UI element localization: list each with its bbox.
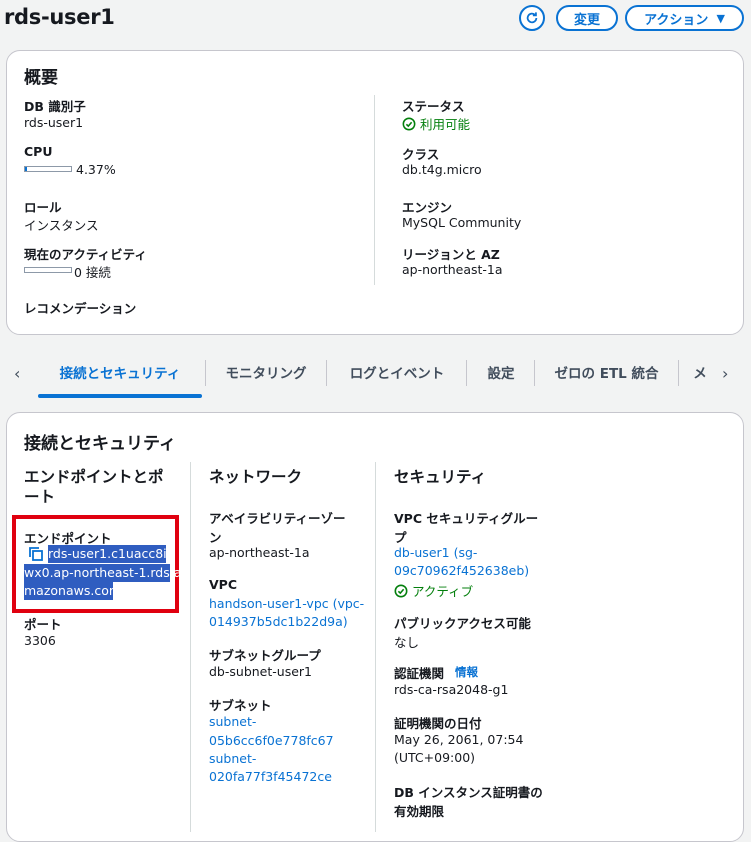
ca-label: 認証機関 xyxy=(394,666,445,681)
cert-expiry-label: DB インスタンス証明書の xyxy=(394,785,543,800)
endpoint-port-heading: エンドポイントとポ xyxy=(24,468,164,486)
column-divider xyxy=(190,462,191,832)
cpu-value: 4.37% xyxy=(76,162,116,177)
vpc-link-cont[interactable]: 014937b5dc1b22d9a) xyxy=(209,614,348,629)
tab-separator xyxy=(678,360,679,386)
tabs-scroll-right-icon[interactable]: › xyxy=(722,364,728,383)
engine-value: MySQL Community xyxy=(402,215,522,230)
check-circle-icon xyxy=(402,117,416,130)
cert-expiry-label-cont: 有効期限 xyxy=(394,804,445,819)
cpu-label: CPU xyxy=(24,144,53,159)
activity-value: 0 接続 xyxy=(74,265,111,280)
cpu-progress-bar xyxy=(24,166,72,172)
az-label: アベイラビリティーゾー xyxy=(209,511,346,526)
public-access-value: なし xyxy=(394,635,420,650)
tab-logs-events[interactable]: ログとイベント xyxy=(327,352,467,392)
copy-icon[interactable] xyxy=(28,546,44,562)
actions-label: アクション xyxy=(644,12,709,28)
connectivity-title: 接続とセキュリティ xyxy=(24,434,176,454)
edit-button[interactable]: 変更 xyxy=(556,5,618,31)
refresh-button[interactable] xyxy=(519,5,545,31)
status-value: 利用可能 xyxy=(402,114,470,133)
subnets-label: サブネット xyxy=(209,698,272,713)
class-label: クラス xyxy=(402,147,440,162)
role-value: インスタンス xyxy=(24,218,99,233)
active-tab-indicator xyxy=(38,394,202,398)
port-value: 3306 xyxy=(24,633,56,648)
refresh-icon xyxy=(526,12,538,24)
activity-label: 現在のアクティビティ xyxy=(24,247,147,262)
column-divider xyxy=(375,462,376,832)
tab-bar: ‹ 接続とセキュリティ モニタリング ログとイベント 設定 ゼロの ETL 統合… xyxy=(0,352,751,398)
summary-title: 概要 xyxy=(24,68,58,88)
actions-dropdown-button[interactable]: アクション ▼ xyxy=(625,5,744,31)
security-heading: セキュリティ xyxy=(394,468,487,486)
subnet-1-link[interactable]: subnet- xyxy=(209,714,256,729)
class-value: db.t4g.micro xyxy=(402,162,482,177)
status-label: ステータス xyxy=(402,99,465,114)
ca-value: rds-ca-rsa2048-g1 xyxy=(394,682,509,697)
subnet-1-link-cont[interactable]: 05b6cc6f0e778fc67 xyxy=(209,733,334,748)
endpoint-port-heading-cont: ート xyxy=(24,488,56,506)
page-header: rds-user1 変更 アクション ▼ xyxy=(0,0,751,48)
region-label: リージョンと AZ xyxy=(402,247,500,262)
tab-monitoring[interactable]: モニタリング xyxy=(206,352,326,392)
region-value: ap-northeast-1a xyxy=(402,262,503,277)
role-label: ロール xyxy=(24,200,62,215)
recommendations-label: レコメンデーション xyxy=(24,301,137,316)
summary-panel xyxy=(6,50,744,335)
endpoint-value-line1[interactable]: rds-user1.c1uacc8i4 xyxy=(48,545,175,563)
network-heading: ネットワーク xyxy=(209,468,303,486)
vpc-link[interactable]: handson-user1-vpc (vpc- xyxy=(209,596,364,611)
endpoint-value-line3[interactable]: mazonaws.com xyxy=(24,582,121,600)
tab-zero-etl[interactable]: ゼロの ETL 統合 xyxy=(535,352,678,392)
subnet-group-label: サブネットグループ xyxy=(209,648,321,663)
db-id-value: rds-user1 xyxy=(24,115,84,130)
az-label-cont: ン xyxy=(209,530,222,545)
subnet-2-link-cont[interactable]: 020fa77f3f45472ce xyxy=(209,769,332,784)
az-value: ap-northeast-1a xyxy=(209,545,310,560)
cpu-progress-fill xyxy=(25,167,27,171)
tab-configuration[interactable]: 設定 xyxy=(467,352,535,392)
security-group-label-cont: プ xyxy=(394,530,407,545)
page-title: rds-user1 xyxy=(4,5,115,29)
vpc-label: VPC xyxy=(209,577,238,592)
tabs-scroll-left-icon[interactable]: ‹ xyxy=(14,364,20,383)
engine-label: エンジン xyxy=(402,200,453,215)
endpoint-value-line2[interactable]: wx0.ap-northeast-1.rds.a xyxy=(24,564,181,582)
subnet-group-value: db-subnet-user1 xyxy=(209,664,312,679)
caret-down-icon: ▼ xyxy=(716,11,725,25)
security-group-label: VPC セキュリティグルー xyxy=(394,511,539,526)
port-label: ポート xyxy=(24,617,62,632)
summary-divider xyxy=(374,95,375,285)
status-text: 利用可能 xyxy=(420,117,471,132)
ca-info-link[interactable]: 情報 xyxy=(455,664,478,680)
security-group-status: アクティブ xyxy=(394,581,473,600)
security-group-link-cont[interactable]: 09c70962f452638eb) xyxy=(394,563,529,578)
security-group-status-text: アクティブ xyxy=(412,584,474,599)
check-circle-icon xyxy=(394,584,408,597)
security-group-link[interactable]: db-user1 (sg- xyxy=(394,545,477,560)
ca-date-label: 証明機関の日付 xyxy=(394,716,482,731)
db-id-label: DB 識別子 xyxy=(24,99,86,114)
activity-bar xyxy=(24,267,72,273)
ca-date-value-cont: (UTC+09:00) xyxy=(394,750,476,765)
tab-connectivity-security[interactable]: 接続とセキュリティ xyxy=(38,352,202,392)
public-access-label: パブリックアクセス可能 xyxy=(394,616,531,631)
ca-date-value: May 26, 2061, 07:54 xyxy=(394,732,524,747)
subnet-2-link[interactable]: subnet- xyxy=(209,751,256,766)
tab-more[interactable]: メ xyxy=(690,352,710,392)
